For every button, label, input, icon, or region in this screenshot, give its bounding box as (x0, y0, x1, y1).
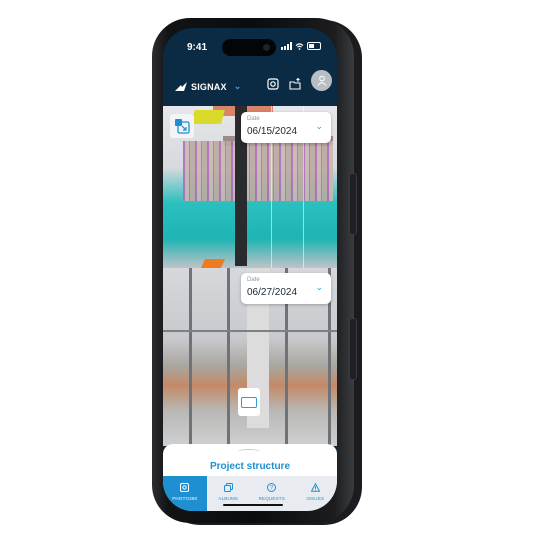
window-transom (163, 330, 337, 332)
camera-icon (263, 44, 270, 51)
date-value: 06/27/2024 (247, 287, 298, 298)
power-button (349, 318, 357, 380)
date-value: 06/15/2024 (247, 126, 298, 137)
model-floor-marker (200, 259, 226, 268)
tab-label: ALBUMS (218, 496, 239, 501)
date-label: Date (247, 116, 260, 122)
app-bar: SIGNAX ⌄ (163, 64, 337, 106)
chevron-down-icon: ⌄ (315, 121, 323, 131)
tab-label: PHOTO360 (172, 496, 198, 501)
project-switcher[interactable]: SIGNAX ⌄ (175, 81, 241, 92)
window-mullion (227, 268, 230, 446)
chevron-down-icon: ⌄ (315, 282, 323, 292)
status-bar: 9:41 (163, 28, 337, 64)
date-label: Date (247, 277, 260, 283)
warning-icon (310, 483, 320, 492)
user-avatar-icon (317, 75, 326, 86)
sheet-grabber[interactable] (238, 449, 260, 454)
user-avatar[interactable] (311, 70, 332, 91)
signal-bars-icon (281, 42, 292, 50)
photo-360-view[interactable]: Date 06/27/2024 ⌄ (163, 268, 337, 446)
bim-model-view[interactable]: Date 06/15/2024 ⌄ (163, 106, 337, 268)
tab-label: ISSUES (306, 496, 325, 501)
photo-360-icon[interactable] (267, 78, 279, 90)
wifi-icon (295, 42, 304, 50)
tab-label: REQUESTS (258, 496, 285, 501)
date-select-top[interactable]: Date 06/15/2024 ⌄ (241, 112, 331, 143)
share-folder-icon[interactable] (289, 78, 301, 90)
battery-icon (307, 42, 321, 50)
model-duct (191, 110, 225, 124)
status-time: 9:41 (187, 42, 208, 53)
signax-logo-icon (175, 82, 187, 91)
dynamic-island (222, 39, 276, 56)
view-mode-button[interactable] (238, 388, 260, 416)
phone-screen: 9:41 SIGNAX ⌄ Date 06/15/2024 ⌄ Date 06/… (163, 28, 337, 511)
sheet-title: Project structure (209, 461, 291, 472)
brand-name: SIGNAX (191, 81, 227, 92)
split-compare-icon (175, 119, 190, 134)
tab-photo360[interactable]: PHOTO360 (163, 476, 207, 511)
date-select-bottom[interactable]: Date 06/27/2024 ⌄ (241, 273, 331, 304)
single-view-icon (241, 396, 257, 408)
volume-button (349, 173, 357, 235)
window-mullion (189, 268, 192, 446)
compare-button[interactable] (170, 114, 194, 138)
tab-issues[interactable]: ISSUES (294, 476, 338, 511)
model-structure (183, 141, 333, 201)
home-indicator[interactable] (223, 504, 283, 506)
chevron-down-icon: ⌄ (233, 81, 242, 91)
photo-360-icon (180, 483, 190, 492)
question-icon: ? (267, 483, 277, 492)
albums-icon (223, 483, 233, 492)
status-icons (281, 42, 321, 50)
